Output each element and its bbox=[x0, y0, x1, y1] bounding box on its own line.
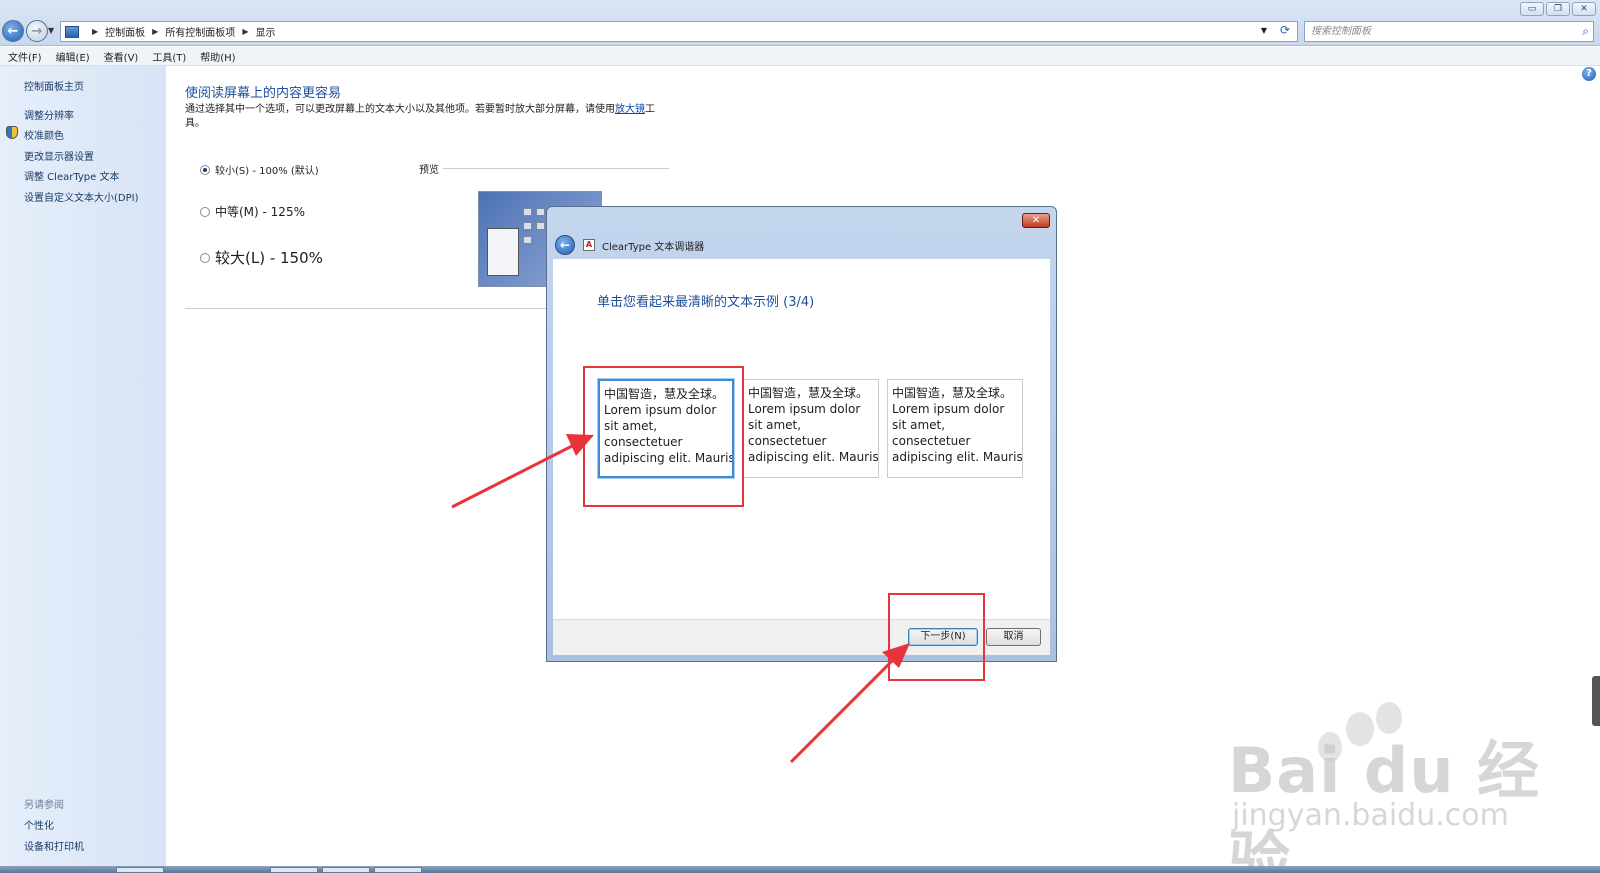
address-bar[interactable]: ▶ 控制面板 ▶ 所有控制面板项 ▶ 显示 ▼ ⟳ bbox=[60, 21, 1298, 42]
sidebar-item-calibrate-color[interactable]: 校准颜色 bbox=[24, 127, 64, 142]
radio-medium[interactable] bbox=[200, 206, 210, 217]
preview-divider bbox=[443, 168, 669, 169]
sidebar-item-cleartype[interactable]: 调整 ClearType 文本 bbox=[24, 168, 119, 183]
preview-tile bbox=[536, 222, 545, 230]
sample-line: 中国智造，慧及全球。 bbox=[892, 386, 1013, 400]
text-sample-2[interactable]: 中国智造，慧及全球。 Lorem ipsum dolor sit amet, c… bbox=[743, 379, 879, 478]
menu-bar: 文件(F) 编辑(E) 查看(V) 工具(T) 帮助(H) bbox=[0, 47, 1600, 66]
sample-line: consectetuer bbox=[604, 435, 683, 449]
chevron-right-icon[interactable]: ▶ bbox=[92, 27, 98, 36]
option-smaller[interactable]: 较小(S) - 100% (默认) bbox=[200, 162, 319, 177]
dialog-heading: 单击您看起来最清晰的文本示例 (3/4) bbox=[597, 295, 815, 310]
radio-smaller[interactable] bbox=[200, 164, 210, 175]
forward-arrow-icon[interactable]: → bbox=[26, 20, 48, 42]
preview-tile bbox=[523, 236, 532, 244]
taskbar-item[interactable] bbox=[322, 867, 370, 873]
search-icon[interactable]: ⌕ bbox=[1582, 24, 1589, 39]
side-scroll-handle[interactable] bbox=[1592, 676, 1600, 726]
option-medium-label: 中等(M) - 125% bbox=[215, 205, 305, 219]
sample-line: sit amet, bbox=[604, 419, 658, 433]
breadcrumb-control-panel[interactable]: 控制面板 bbox=[105, 24, 145, 39]
close-icon[interactable]: ✕ bbox=[1572, 2, 1596, 16]
menu-help[interactable]: 帮助(H) bbox=[200, 49, 235, 64]
sidebar-item-personalization[interactable]: 个性化 bbox=[24, 817, 54, 832]
sidebar-item-devices-printers[interactable]: 设备和打印机 bbox=[24, 838, 84, 853]
preview-tile bbox=[523, 208, 532, 216]
preview-label: 预览 bbox=[419, 165, 439, 176]
cleartype-icon: A bbox=[583, 239, 595, 251]
dialog-content: 单击您看起来最清晰的文本示例 (3/4) 中国智造，慧及全球。 Lorem ip… bbox=[553, 259, 1050, 619]
option-smaller-label: 较小(S) - 100% (默认) bbox=[215, 166, 319, 177]
dialog-back-arrow-icon[interactable]: ← bbox=[555, 235, 575, 255]
dialog-footer: 下一步(N) 取消 bbox=[553, 619, 1050, 655]
radio-larger[interactable] bbox=[200, 252, 210, 263]
taskbar bbox=[0, 866, 1600, 873]
text-sample-3[interactable]: 中国智造，慧及全球。 Lorem ipsum dolor sit amet, c… bbox=[887, 379, 1023, 478]
chevron-right-icon[interactable]: ▶ bbox=[242, 27, 248, 36]
control-panel-icon bbox=[65, 25, 79, 38]
sidebar-item-resolution[interactable]: 调整分辨率 bbox=[24, 107, 74, 122]
sample-line: consectetuer bbox=[892, 434, 971, 448]
sample-line: adipiscing elit. Mauris bbox=[748, 450, 879, 464]
sample-line: sit amet, bbox=[892, 418, 946, 432]
chevron-down-icon[interactable]: ▼ bbox=[1261, 26, 1267, 35]
description-text: 通过选择其中一个选项，可以更改屏幕上的文本大小以及其他项。若要暂时放大部分屏幕，… bbox=[185, 104, 615, 115]
breadcrumb-display[interactable]: 显示 bbox=[255, 24, 275, 39]
cancel-button[interactable]: 取消 bbox=[986, 628, 1041, 646]
section-divider bbox=[185, 308, 547, 309]
watermark-url: jingyan.baidu.com bbox=[1232, 798, 1509, 833]
refresh-icon[interactable]: ⟳ bbox=[1275, 23, 1295, 40]
page-description: 通过选择其中一个选项，可以更改屏幕上的文本大小以及其他项。若要暂时放大部分屏幕，… bbox=[185, 103, 655, 131]
chevron-right-icon[interactable]: ▶ bbox=[152, 27, 158, 36]
taskbar-item[interactable] bbox=[374, 867, 422, 873]
menu-tools[interactable]: 工具(T) bbox=[152, 49, 186, 64]
sidebar-home-link[interactable]: 控制面板主页 bbox=[24, 78, 84, 93]
search-input[interactable] bbox=[1305, 22, 1555, 41]
next-button[interactable]: 下一步(N) bbox=[908, 628, 978, 646]
sidebar: 控制面板主页 调整分辨率 校准颜色 更改显示器设置 调整 ClearType 文… bbox=[0, 66, 166, 866]
taskbar-item[interactable] bbox=[116, 867, 164, 873]
magnifier-link[interactable]: 放大镜 bbox=[615, 104, 645, 115]
sidebar-item-display-settings[interactable]: 更改显示器设置 bbox=[24, 148, 94, 163]
sample-line: 中国智造，慧及全球。 bbox=[604, 387, 725, 401]
history-dropdown-icon[interactable]: ▼ bbox=[48, 26, 54, 35]
preview-tile bbox=[536, 208, 545, 216]
preview-tile bbox=[523, 222, 532, 230]
option-medium[interactable]: 中等(M) - 125% bbox=[200, 203, 305, 220]
sample-line: sit amet, bbox=[748, 418, 802, 432]
shield-icon bbox=[6, 126, 18, 139]
text-sample-1[interactable]: 中国智造，慧及全球。 Lorem ipsum dolor sit amet, c… bbox=[598, 379, 734, 478]
menu-edit[interactable]: 编辑(E) bbox=[56, 49, 90, 64]
menu-file[interactable]: 文件(F) bbox=[8, 49, 42, 64]
sample-line: 中国智造，慧及全球。 bbox=[748, 386, 869, 400]
page-title: 使阅读屏幕上的内容更容易 bbox=[185, 86, 342, 101]
dialog-close-icon[interactable]: ✕ bbox=[1022, 213, 1050, 228]
minimize-icon[interactable]: ▭ bbox=[1520, 2, 1544, 16]
restore-icon[interactable]: ❐ bbox=[1546, 2, 1570, 16]
option-larger[interactable]: 较大(L) - 150% bbox=[200, 247, 323, 268]
breadcrumb-all-items[interactable]: 所有控制面板项 bbox=[165, 24, 235, 39]
search-box[interactable]: ⌕ bbox=[1304, 21, 1594, 42]
sample-line: Lorem ipsum dolor bbox=[604, 403, 717, 417]
sample-line: adipiscing elit. Mauris bbox=[604, 451, 734, 465]
menu-view[interactable]: 查看(V) bbox=[104, 49, 139, 64]
sample-line: adipiscing elit. Mauris bbox=[892, 450, 1023, 464]
see-also-heading: 另请参阅 bbox=[24, 800, 64, 811]
sample-line: Lorem ipsum dolor bbox=[892, 402, 1005, 416]
option-larger-label: 较大(L) - 150% bbox=[215, 249, 323, 267]
preview-window-thumbnail bbox=[487, 228, 519, 276]
help-icon[interactable]: ? bbox=[1582, 67, 1596, 81]
back-arrow-icon[interactable]: ← bbox=[2, 20, 24, 42]
sample-line: Lorem ipsum dolor bbox=[748, 402, 861, 416]
sidebar-item-dpi[interactable]: 设置自定义文本大小(DPI) bbox=[24, 189, 138, 204]
dialog-title: ClearType 文本调谐器 bbox=[602, 242, 705, 253]
title-bar: ▭ ❐ ✕ ← → ▼ ▶ 控制面板 ▶ 所有控制面板项 ▶ 显示 ▼ ⟳ ⌕ bbox=[0, 0, 1600, 46]
cleartype-dialog: ✕ ← A ClearType 文本调谐器 单击您看起来最清晰的文本示例 (3/… bbox=[546, 206, 1057, 662]
watermark-logo: Bai du 经验 bbox=[1228, 734, 1541, 873]
taskbar-item[interactable] bbox=[270, 867, 318, 873]
sample-line: consectetuer bbox=[748, 434, 827, 448]
